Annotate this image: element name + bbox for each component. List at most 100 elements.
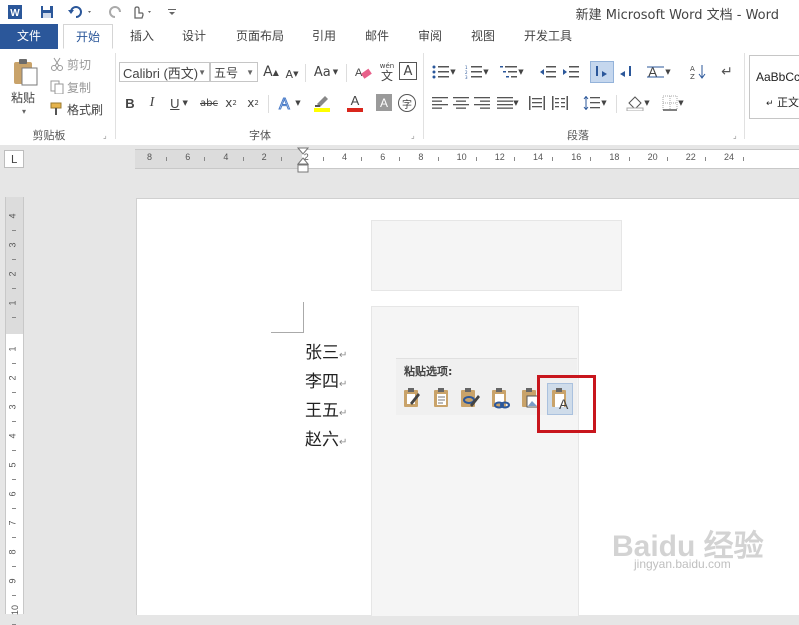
bullets-button[interactable]: ▼	[429, 62, 459, 82]
clipboard-group-label: 剪贴板	[32, 129, 66, 142]
paragraph-mark: ↵	[339, 379, 348, 390]
document-line[interactable]: 王五↵	[305, 396, 347, 421]
justify-button[interactable]: ▼	[494, 93, 522, 113]
ltr-text-direction-button[interactable]	[590, 61, 614, 83]
touch-mode-icon[interactable]	[128, 3, 158, 21]
format-painter-button[interactable]: 格式刷	[50, 100, 103, 118]
distributed-button[interactable]	[527, 93, 547, 113]
shrink-font-button[interactable]: A ▼	[283, 64, 301, 84]
save-icon[interactable]	[37, 3, 57, 21]
paragraph-launcher-icon[interactable]: ⌟	[733, 131, 737, 140]
document-page[interactable]: 张三↵ 李四↵ 王五↵ 赵六↵ 粘贴选项: A Baidu 经验 jingyan…	[136, 198, 799, 616]
bold-button[interactable]: B	[122, 93, 138, 113]
copy-button[interactable]: 复制	[50, 78, 91, 96]
document-line[interactable]: 张三↵	[305, 338, 347, 363]
align-right-button[interactable]	[473, 93, 491, 113]
superscript-button[interactable]: x2	[244, 93, 262, 113]
font-size-value: 五号	[214, 65, 239, 80]
line-text: 王五	[305, 401, 339, 421]
merge-formatting-icon[interactable]	[431, 386, 453, 410]
undo-icon[interactable]	[66, 3, 96, 21]
horizontal-ruler[interactable]: 8 6 4 2 2 4 6 8 10 12 14 16 18 20 22 24	[135, 149, 799, 169]
ruler-margin-area	[135, 150, 302, 168]
tab-file[interactable]: 文件	[0, 24, 58, 49]
phonetic-guide-button[interactable]: wén 文	[376, 61, 398, 83]
character-border-icon: A	[403, 63, 413, 79]
clipboard-launcher-icon[interactable]: ⌟	[103, 131, 107, 140]
tab-page-layout[interactable]: 页面布局	[228, 24, 292, 49]
svg-text:W: W	[10, 8, 20, 19]
tab-selector-button[interactable]: L	[4, 150, 24, 168]
numbering-button[interactable]: 1 2 3 ▼	[462, 62, 492, 82]
clear-formatting-button[interactable]: A	[352, 62, 374, 82]
chinese-layout-button[interactable]: A ▼	[644, 62, 674, 82]
cut-button[interactable]: 剪切	[50, 55, 91, 73]
grow-font-button[interactable]: A ▲	[262, 62, 280, 82]
document-line[interactable]: 赵六↵	[305, 425, 347, 450]
left-to-right-icon	[596, 66, 607, 77]
increase-indent-button[interactable]	[561, 62, 581, 82]
shading-button[interactable]: ▼	[622, 93, 654, 113]
align-center-button[interactable]	[452, 93, 470, 113]
customize-qat-icon[interactable]	[165, 3, 179, 21]
ruler-tick	[475, 157, 477, 161]
style-normal-tile[interactable]: AaBbCc ↵ 正文	[749, 55, 799, 119]
ruler-number: 4	[7, 433, 18, 439]
multilevel-list-icon	[500, 66, 518, 78]
ruler-tick	[513, 157, 515, 161]
column-layout-button[interactable]	[550, 93, 570, 113]
copy-icon	[50, 80, 64, 94]
tab-design[interactable]: 设计	[174, 24, 214, 49]
text-effects-button[interactable]: A ▼	[274, 93, 304, 113]
link-keep-source-icon[interactable]	[489, 386, 511, 410]
font-launcher-icon[interactable]: ⌟	[411, 131, 415, 140]
italic-button[interactable]: I	[144, 93, 160, 113]
subscript-button[interactable]: x2	[222, 93, 240, 113]
tab-mailings[interactable]: 邮件	[357, 24, 397, 49]
borders-button[interactable]: ▼	[658, 93, 688, 113]
strikethrough-button[interactable]: abc	[198, 93, 220, 113]
tab-insert[interactable]: 插入	[122, 24, 162, 49]
tab-view[interactable]: 视图	[463, 24, 503, 49]
enclose-characters-button[interactable]: 字	[398, 94, 416, 112]
underline-icon: U	[170, 95, 180, 111]
superscript-icon: x	[247, 96, 255, 110]
column-layout-icon	[552, 96, 568, 110]
paste-button[interactable]: 粘贴 ▾	[8, 55, 42, 117]
decrease-indent-button[interactable]	[538, 62, 558, 82]
document-line[interactable]: 李四↵	[305, 367, 347, 392]
tab-references[interactable]: 引用	[304, 24, 344, 49]
align-left-icon	[432, 97, 448, 109]
tab-review[interactable]: 审阅	[410, 24, 450, 49]
ruler-number: 3	[7, 404, 18, 410]
show-formatting-marks-button[interactable]: ↵	[718, 62, 736, 82]
change-case-button[interactable]: Aa ▼	[311, 62, 341, 82]
line-spacing-button[interactable]: ▼	[580, 93, 610, 113]
font-name-select[interactable]: Calibri (西文) ▼	[119, 62, 210, 82]
character-border-button[interactable]: A	[399, 62, 417, 80]
multilevel-list-button[interactable]: ▼	[496, 62, 528, 82]
indent-markers-icon[interactable]	[296, 147, 310, 178]
paste-icon	[14, 59, 38, 86]
keep-source-formatting-icon[interactable]	[401, 386, 423, 410]
font-color-button[interactable]: A	[340, 93, 370, 113]
shrink-font-icon: A	[285, 67, 294, 81]
tab-home[interactable]: 开始	[63, 24, 113, 49]
underline-button[interactable]: U ▼	[166, 93, 192, 113]
highlight-color-button[interactable]	[307, 93, 337, 113]
character-shading-button[interactable]: A	[376, 94, 392, 111]
line-text: 张三	[305, 343, 339, 363]
ruler-number: 8	[418, 152, 424, 162]
rtl-text-direction-button[interactable]	[616, 62, 636, 82]
sort-button[interactable]: AZ	[688, 62, 708, 82]
redo-icon[interactable]	[107, 3, 125, 21]
ruler-tick	[12, 594, 16, 596]
tab-developer[interactable]: 开发工具	[515, 24, 581, 49]
ruler-tick	[322, 157, 324, 161]
ruler-tick	[704, 157, 706, 161]
task-panel	[371, 306, 579, 616]
use-destination-styles-icon[interactable]	[459, 386, 481, 410]
vertical-ruler[interactable]: 4 3 2 1 1 2 3 4 5 6 7 8 9 10	[5, 197, 24, 625]
align-left-button[interactable]	[431, 93, 449, 113]
font-size-select[interactable]: 五号 ▼	[210, 62, 258, 82]
